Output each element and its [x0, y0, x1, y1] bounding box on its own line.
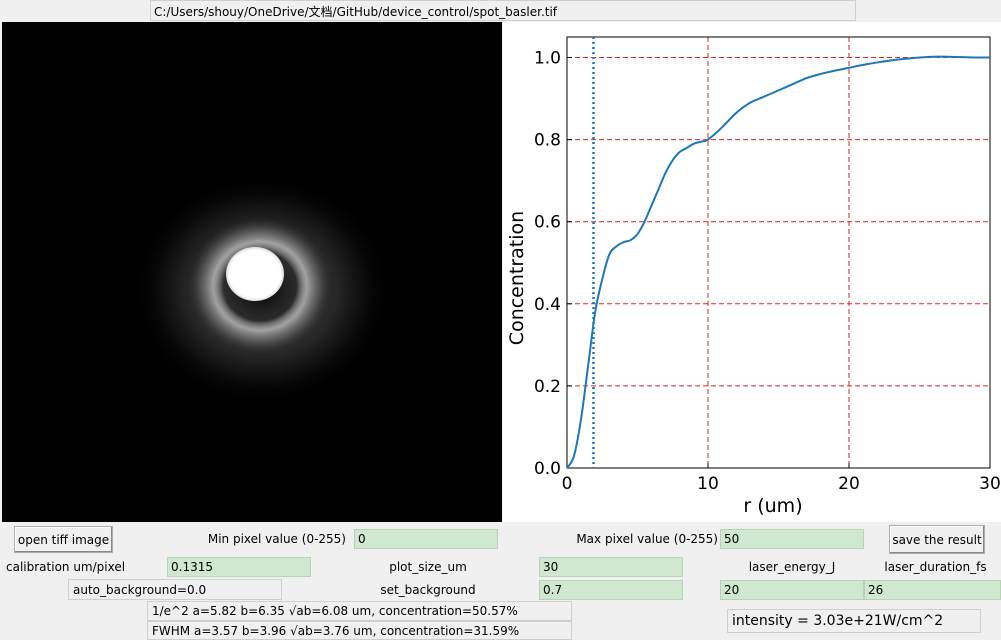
x-tick-label: 20	[838, 474, 860, 494]
y-tick-label: 1.0	[534, 49, 561, 69]
y-tick-label: 0.8	[534, 131, 561, 151]
min-pixel-label: Min pixel value (0-255)	[207, 532, 346, 546]
x-tick-label: 0	[562, 474, 573, 494]
laser-energy-input[interactable]: 20	[720, 580, 864, 600]
laser-energy-label: laser_energy_J	[748, 560, 836, 574]
max-pixel-input[interactable]: 50	[720, 529, 864, 549]
save-result-button[interactable]: save the result	[889, 525, 985, 554]
y-tick-label: 0.6	[534, 213, 561, 233]
set-background-input[interactable]: 0.7	[539, 580, 683, 600]
file-path-field: C:/Users/shouy/OneDrive/文档/GitHub/device…	[150, 0, 856, 21]
x-axis-label: r (um)	[743, 495, 802, 517]
plot-size-label: plot_size_um	[389, 560, 467, 574]
x-tick-label: 30	[979, 474, 1001, 494]
set-background-label: set_background	[380, 583, 476, 597]
concentration-curve	[566, 55, 991, 469]
intensity-result-text: intensity = 3.03e+21W/cm^2	[727, 609, 981, 633]
y-tick-label: 0.4	[534, 295, 561, 315]
max-pixel-label: Max pixel value (0-255)	[576, 532, 718, 546]
e2-result-text: 1/e^2 a=5.82 b=6.35 √ab=6.08 um, concent…	[147, 601, 572, 621]
open-tiff-button[interactable]: open tiff image	[14, 526, 113, 553]
calibration-label: calibration um/pixel	[6, 560, 126, 574]
spot-image-canvas	[132, 175, 392, 405]
y-tick-label: 0.2	[534, 377, 561, 397]
plot-frame	[566, 36, 991, 469]
auto-background-display: auto_background=0.0	[68, 579, 282, 600]
laser-duration-input[interactable]: 26	[864, 580, 1001, 600]
fwhm-result-text: FWHM a=3.57 b=3.96 √ab=3.76 um, concentr…	[147, 621, 572, 640]
concentration-chart-svg: Concentration r (um) 0 10 20 30 0.0 0.2 0.4 0.6…	[506, 36, 1001, 517]
y-tick-label: 0.0	[534, 459, 561, 479]
x-tick-label: 10	[697, 474, 719, 494]
calibration-input[interactable]: 0.1315	[167, 557, 311, 577]
laser-duration-label: laser_duration_fs	[884, 560, 987, 574]
plot-size-input[interactable]: 30	[539, 557, 683, 577]
concentration-plot: Concentration r (um) 0 10 20 30 0.0 0.2 0.4 0.6…	[503, 22, 1001, 522]
spot-core	[226, 247, 284, 301]
spot-image	[2, 22, 502, 522]
min-pixel-input[interactable]: 0	[354, 529, 498, 549]
y-axis-label: Concentration	[506, 211, 528, 345]
